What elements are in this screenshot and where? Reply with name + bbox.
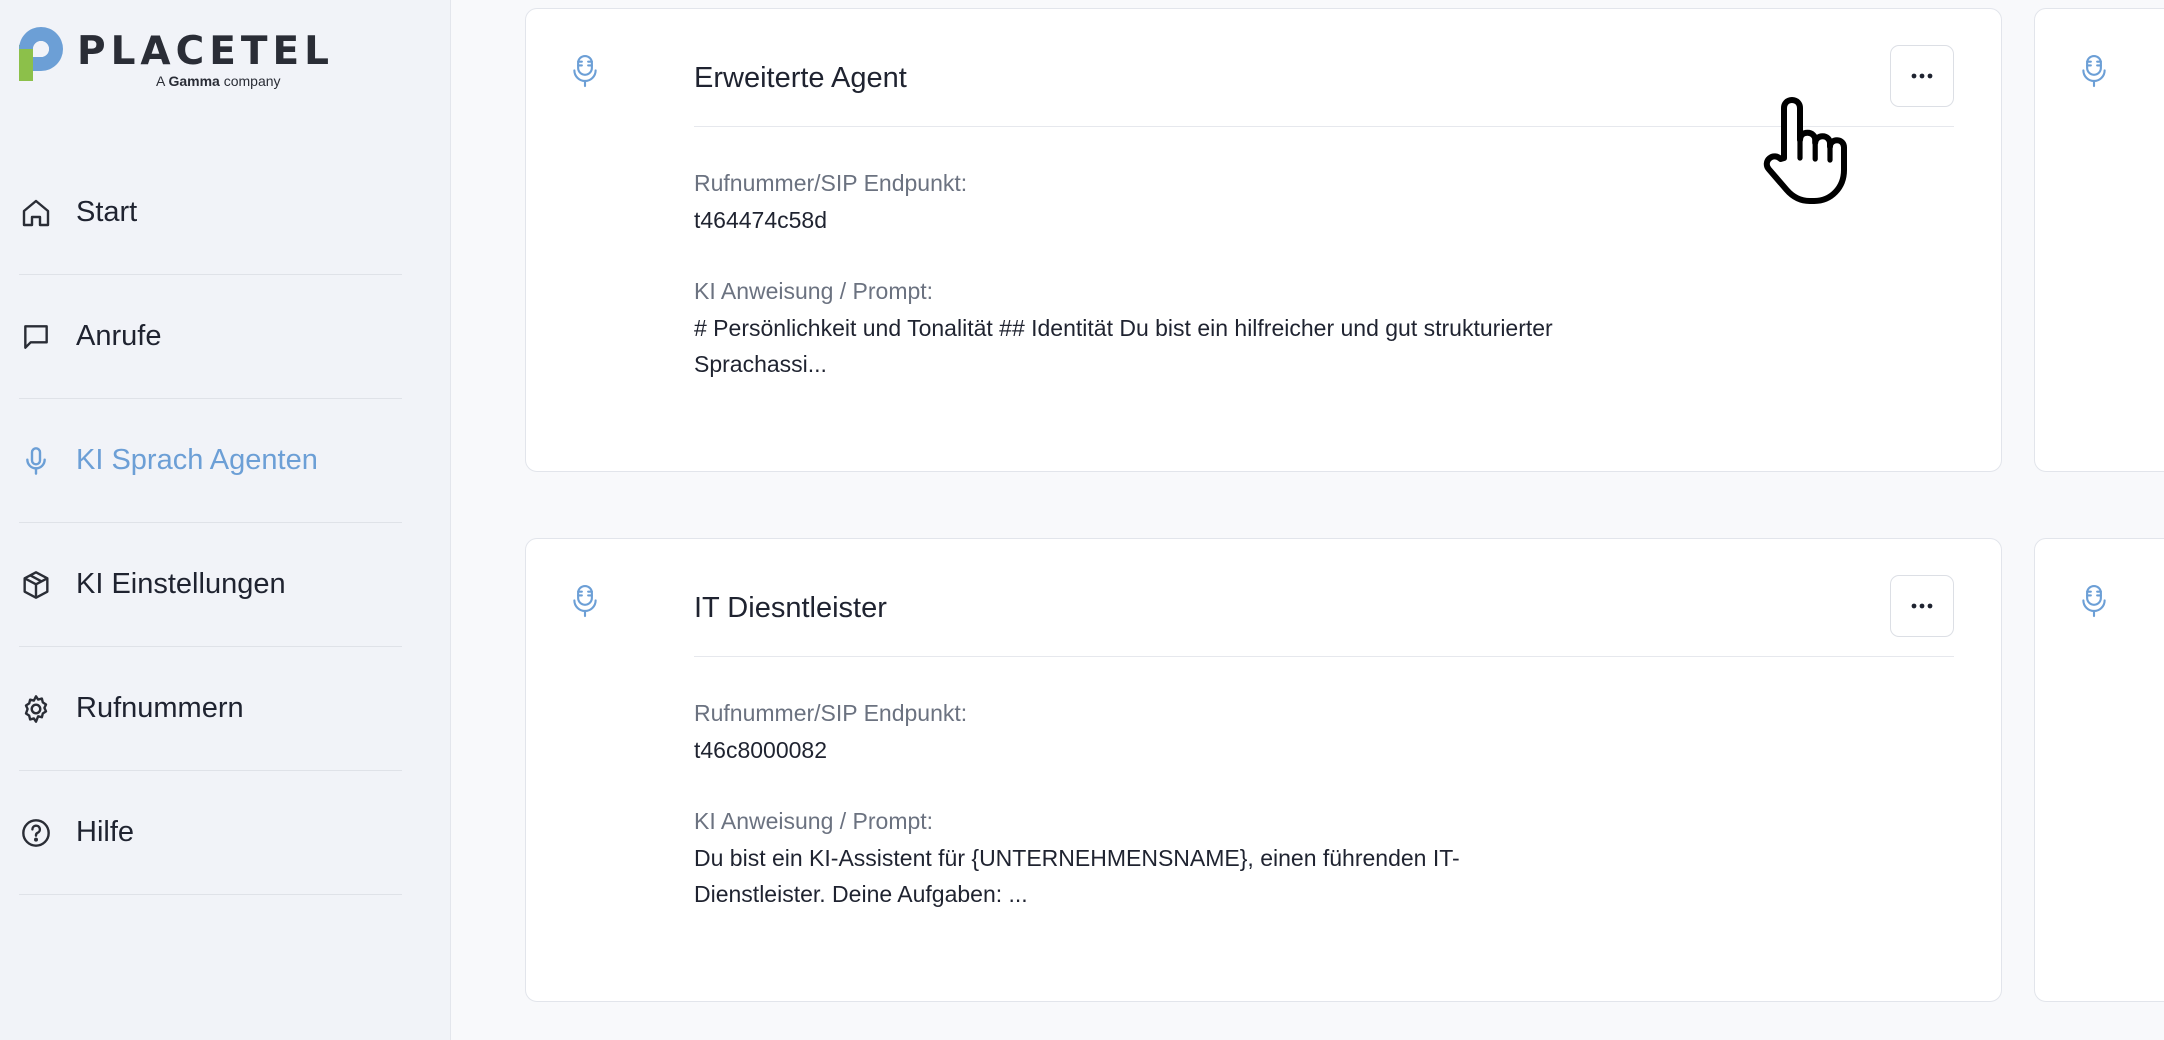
prompt-label: KI Anweisung / Prompt: <box>694 808 934 834</box>
agent-card-partial[interactable] <box>2034 538 2164 1002</box>
sip-value: t464474c58d <box>694 207 828 233</box>
sidebar-item-label: Anrufe <box>76 320 162 352</box>
sidebar-item-label: Hilfe <box>76 816 135 848</box>
more-horizontal-icon <box>1911 73 1933 79</box>
tagline-brand: Gamma <box>168 73 220 89</box>
microphone-icon <box>2079 583 2109 619</box>
sidebar-item-ki-einstellungen[interactable]: KI Einstellungen <box>19 523 402 647</box>
sidebar-item-hilfe[interactable]: Hilfe <box>19 771 402 895</box>
sidebar: PLACETEL A Gamma company Start Anrufe KI… <box>0 0 451 1040</box>
sip-label: Rufnummer/SIP Endpunkt: <box>694 170 968 196</box>
sidebar-item-rufnummern[interactable]: Rufnummern <box>19 647 402 771</box>
tagline-suffix: company <box>223 73 281 89</box>
sidebar-nav: Start Anrufe KI Sprach Agenten KI Einste… <box>19 151 402 895</box>
sip-label: Rufnummer/SIP Endpunkt: <box>694 700 968 726</box>
help-circle-icon <box>19 816 53 850</box>
sidebar-item-label: Rufnummern <box>76 692 244 724</box>
sidebar-item-label: KI Einstellungen <box>76 568 286 600</box>
microphone-icon <box>19 444 53 478</box>
more-options-button[interactable] <box>1890 575 1954 637</box>
sidebar-item-label: Start <box>76 196 138 228</box>
home-icon <box>19 196 53 230</box>
microphone-icon <box>570 53 600 89</box>
cube-icon <box>19 568 53 602</box>
agent-card[interactable]: Erweiterte Agent Rufnummer/SIP Endpunkt:… <box>525 8 2002 472</box>
tagline-prefix: A <box>156 73 165 89</box>
agent-card[interactable]: IT Diesntleister Rufnummer/SIP Endpunkt:… <box>525 538 2002 1002</box>
chat-bubble-icon <box>19 320 53 354</box>
brand-name: PLACETEL <box>77 29 334 74</box>
prompt-value: # Persönlichkeit und Tonalität ## Identi… <box>694 315 1553 377</box>
main-content: Erweiterte Agent Rufnummer/SIP Endpunkt:… <box>452 0 2164 1040</box>
card-divider <box>694 126 1954 127</box>
microphone-icon <box>570 583 600 619</box>
brand-tagline: A Gamma company <box>156 73 281 89</box>
agent-title: IT Diesntleister <box>694 592 887 624</box>
more-horizontal-icon <box>1911 603 1933 609</box>
agent-title: Erweiterte Agent <box>694 62 907 94</box>
card-divider <box>694 656 1954 657</box>
sidebar-item-start[interactable]: Start <box>19 151 402 275</box>
sidebar-item-anrufe[interactable]: Anrufe <box>19 275 402 399</box>
agent-card-partial[interactable] <box>2034 8 2164 472</box>
placetel-logo-mark-icon <box>19 27 63 81</box>
more-options-button[interactable] <box>1890 45 1954 107</box>
microphone-icon <box>2079 53 2109 89</box>
gear-icon <box>19 692 53 726</box>
sidebar-item-ki-sprach-agenten[interactable]: KI Sprach Agenten <box>19 399 402 523</box>
prompt-value: Du bist ein KI-Assistent für {UNTERNEHME… <box>694 845 1460 907</box>
sidebar-item-label: KI Sprach Agenten <box>76 444 318 476</box>
placetel-logo[interactable]: PLACETEL A Gamma company <box>19 27 329 97</box>
sip-value: t46c8000082 <box>694 737 828 763</box>
prompt-label: KI Anweisung / Prompt: <box>694 278 934 304</box>
